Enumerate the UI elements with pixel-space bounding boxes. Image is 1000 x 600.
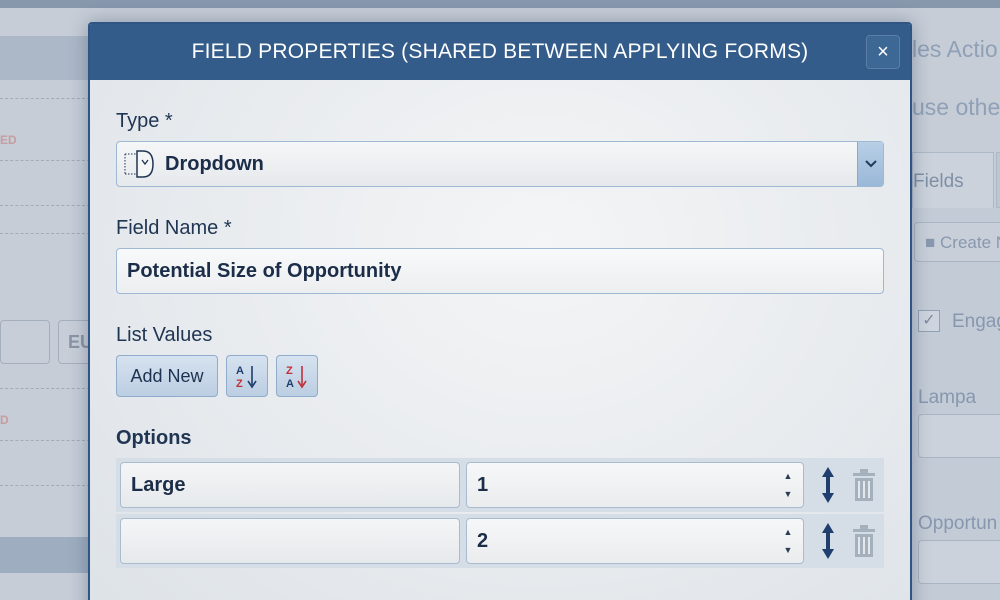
- number-spinner[interactable]: ▲ ▼: [783, 471, 793, 499]
- option-number-input[interactable]: 2 ▲ ▼: [466, 518, 804, 564]
- option-number-input[interactable]: 1 ▲ ▼: [466, 462, 804, 508]
- close-button[interactable]: ×: [866, 35, 900, 69]
- reorder-handle-icon[interactable]: [818, 521, 838, 561]
- list-values-toolbar: Add New A Z Z A: [116, 355, 884, 397]
- spinner-down-icon[interactable]: ▼: [784, 489, 793, 499]
- dropdown-type-icon: [123, 149, 157, 179]
- spinner-up-icon[interactable]: ▲: [784, 527, 793, 537]
- field-properties-modal: FIELD PROPERTIES (SHARED BETWEEN APPLYIN…: [88, 22, 912, 600]
- sort-z-a-button[interactable]: Z A: [276, 355, 318, 397]
- option-number-value: 1: [477, 473, 489, 496]
- svg-text:Z: Z: [286, 365, 293, 377]
- close-icon: ×: [877, 40, 889, 63]
- sort-z-a-icon: Z A: [286, 365, 307, 390]
- option-text-input[interactable]: Large: [120, 462, 460, 508]
- spinner-down-icon[interactable]: ▼: [784, 545, 793, 555]
- chevron-down-icon[interactable]: [857, 142, 883, 186]
- modal-body: Type * Dropdown Field Name * Potential S…: [90, 80, 910, 600]
- option-row: Large 1 ▲ ▼: [116, 458, 884, 512]
- option-number-value: 2: [477, 529, 489, 552]
- number-spinner[interactable]: ▲ ▼: [783, 527, 793, 555]
- reorder-handle-icon[interactable]: [818, 465, 838, 505]
- option-text-input[interactable]: [120, 518, 460, 564]
- svg-text:Z: Z: [236, 378, 243, 390]
- type-select[interactable]: Dropdown: [116, 141, 884, 187]
- option-row: 2 ▲ ▼: [116, 514, 884, 568]
- sort-a-z-button[interactable]: A Z: [226, 355, 268, 397]
- options-list: Large 1 ▲ ▼ 2 ▲ ▼: [116, 458, 884, 568]
- modal-title: FIELD PROPERTIES (SHARED BETWEEN APPLYIN…: [191, 40, 809, 63]
- sort-a-z-icon: A Z: [236, 365, 257, 390]
- svg-text:A: A: [286, 378, 294, 390]
- type-select-value: Dropdown: [165, 152, 264, 175]
- svg-text:A: A: [236, 365, 244, 377]
- field-name-label: Field Name *: [116, 217, 232, 239]
- options-label: Options: [116, 427, 192, 449]
- list-values-label: List Values: [116, 324, 213, 346]
- spinner-up-icon[interactable]: ▲: [784, 471, 793, 481]
- add-new-button[interactable]: Add New: [116, 355, 218, 397]
- field-name-input[interactable]: Potential Size of Opportunity: [116, 248, 884, 294]
- type-label: Type *: [116, 110, 173, 132]
- trash-icon[interactable]: [850, 523, 878, 559]
- trash-icon[interactable]: [850, 467, 878, 503]
- modal-header: FIELD PROPERTIES (SHARED BETWEEN APPLYIN…: [90, 24, 910, 80]
